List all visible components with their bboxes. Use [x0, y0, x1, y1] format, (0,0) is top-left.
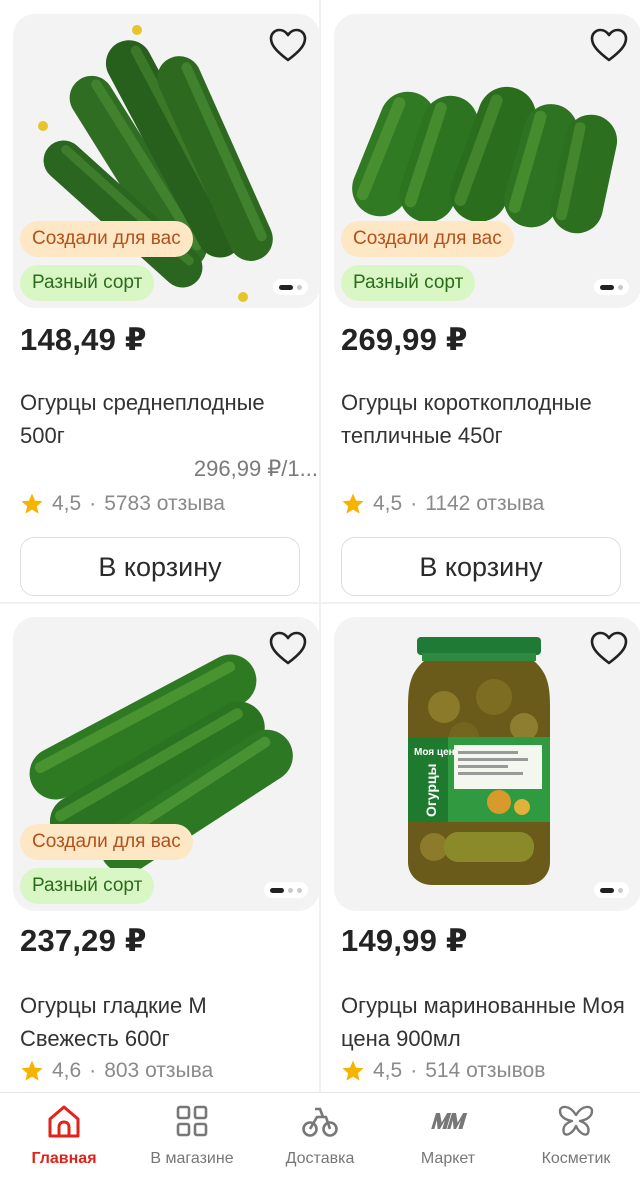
product-name[interactable]: Огурцы среднеплодные 500г [20, 386, 310, 452]
badge-made-for-you: Создали для вас [341, 221, 514, 257]
carousel-dot-active [600, 887, 614, 893]
jar-brand-text: Моя цена [414, 747, 461, 758]
reviews-count[interactable]: 5783 отзыва [104, 492, 225, 516]
reviews-count[interactable]: 1142 отзыва [425, 492, 544, 516]
badge-made-for-you: Создали для вас [20, 221, 193, 257]
product-card[interactable]: Создали для вас Разный сорт 148,49 ₽ Огу… [13, 14, 320, 596]
product-price: 237,29 ₽ [20, 923, 147, 958]
butterfly-icon [558, 1105, 594, 1136]
rating-separator: · [410, 492, 418, 515]
add-to-cart-button[interactable]: В корзину [341, 537, 621, 596]
favorite-heart-icon[interactable] [268, 629, 308, 669]
nav-label: Главная [31, 1150, 97, 1167]
reviews-count[interactable]: 803 отзыва [104, 1059, 213, 1083]
product-name[interactable]: Огурцы маринованные Моя цена 900мл [341, 989, 631, 1055]
product-price: 148,49 ₽ [20, 322, 147, 357]
image-carousel-dots [594, 882, 629, 898]
product-image[interactable]: Моя цена Огурцы [334, 617, 640, 911]
star-icon [342, 1060, 364, 1081]
product-price: 149,99 ₽ [341, 923, 468, 958]
product-card[interactable]: Создали для вас Разный сорт 269,99 ₽ Огу… [334, 14, 640, 596]
product-card[interactable]: Моя цена Огурцы 149,99 ₽ Огурцы маринова… [334, 617, 640, 1092]
nav-label: Доставка [285, 1150, 355, 1167]
nav-item-home[interactable]: Главная [0, 1093, 128, 1187]
product-rating: 4,5 · 5783 отзыва [20, 492, 225, 516]
row-divider [0, 602, 640, 604]
nav-label: Маркет [420, 1150, 476, 1167]
image-carousel-dots [594, 279, 629, 295]
carousel-dot-active [600, 284, 614, 290]
product-rating: 4,5 · 1142 отзыва [341, 492, 544, 516]
nav-item-delivery[interactable]: Доставка [256, 1093, 384, 1187]
carousel-dot [288, 887, 293, 893]
favorite-heart-icon[interactable] [589, 629, 629, 669]
product-name[interactable]: Огурцы короткоплодные тепличные 450г [341, 386, 631, 452]
star-icon [21, 1060, 43, 1081]
rating-separator: · [89, 1059, 97, 1082]
image-carousel-dots [273, 279, 308, 295]
product-grid: Создали для вас Разный сорт 148,49 ₽ Огу… [0, 0, 640, 1092]
star-icon [342, 493, 364, 514]
bottom-navigation: Главная В магазине Доставка Маркет Косме… [0, 1092, 640, 1187]
nav-label: В магазине [150, 1150, 234, 1167]
product-name[interactable]: Огурцы гладкие М Свежесть 600г [20, 989, 310, 1055]
badge-variety: Разный сорт [341, 265, 476, 301]
product-image[interactable]: Создали для вас Разный сорт [334, 14, 640, 308]
product-rating: 4,6 · 803 отзыва [20, 1059, 213, 1083]
nav-label: Косметик [541, 1150, 611, 1167]
product-image[interactable]: Создали для вас Разный сорт [13, 14, 320, 308]
badge-variety: Разный сорт [20, 265, 155, 301]
rating-value: 4,5 [373, 1059, 403, 1082]
rating-separator: · [410, 1059, 418, 1082]
carousel-dot [297, 284, 302, 290]
star-icon [21, 493, 43, 514]
nav-item-in-store[interactable]: В магазине [128, 1093, 256, 1187]
favorite-heart-icon[interactable] [268, 26, 308, 66]
product-image[interactable]: Создали для вас Разный сорт [13, 617, 320, 911]
carousel-dot [618, 887, 623, 893]
home-icon [48, 1105, 80, 1138]
carousel-dot [618, 284, 623, 290]
add-to-cart-button[interactable]: В корзину [20, 537, 300, 596]
nav-item-market[interactable]: Маркет [384, 1093, 512, 1187]
product-rating: 4,5 · 514 отзывов [341, 1059, 545, 1083]
mm-market-logo [431, 1113, 468, 1129]
rating-value: 4,6 [52, 1059, 82, 1082]
rating-value: 4,5 [52, 492, 82, 515]
badge-made-for-you: Создали для вас [20, 824, 193, 860]
favorite-heart-icon[interactable] [589, 26, 629, 66]
reviews-count[interactable]: 514 отзывов [425, 1059, 545, 1083]
image-carousel-dots [264, 882, 308, 898]
rating-separator: · [89, 492, 97, 515]
delivery-bike-icon [302, 1107, 338, 1137]
carousel-dot-active [279, 284, 293, 290]
carousel-dot-active [270, 887, 284, 893]
product-price: 269,99 ₽ [341, 322, 468, 357]
unit-price: 296,99 ₽/1... [193, 456, 318, 481]
product-card[interactable]: Создали для вас Разный сорт 237,29 ₽ Огу… [13, 617, 320, 1092]
rating-value: 4,5 [373, 492, 403, 515]
grid-icon [176, 1105, 208, 1137]
carousel-dot [297, 887, 302, 893]
badge-variety: Разный сорт [20, 868, 155, 904]
jar-title-text: Огурцы [423, 764, 439, 817]
nav-item-cosmetics[interactable]: Косметик [512, 1093, 640, 1187]
